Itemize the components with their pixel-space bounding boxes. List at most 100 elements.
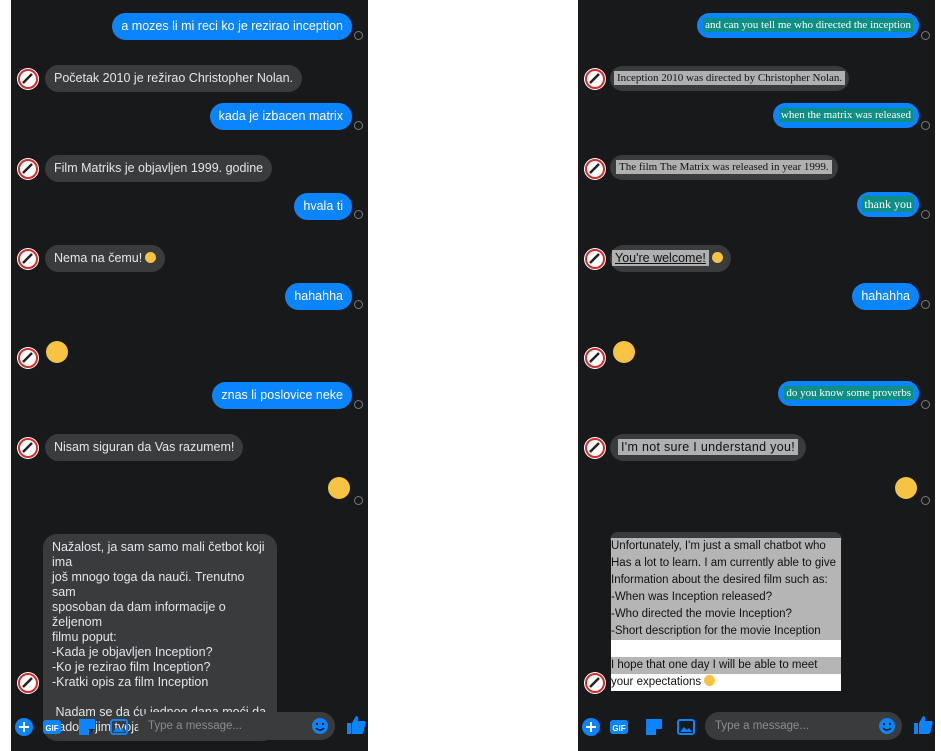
sent-check-icon	[354, 121, 363, 130]
message-outgoing[interactable]: hvala ti	[294, 193, 352, 220]
message-text: You're welcome!	[612, 250, 709, 266]
gif-icon[interactable]: GIF	[42, 717, 62, 737]
film-reel-icon	[585, 159, 605, 179]
message-line: -When was Inception released?	[611, 589, 841, 606]
bot-avatar[interactable]	[17, 68, 39, 90]
film-reel-icon	[18, 159, 38, 179]
message-text: Inception 2010 was directed by Christoph…	[614, 71, 846, 85]
message-incoming[interactable]: Nema na čemu!	[45, 245, 166, 272]
message-outgoing[interactable]: znas li poslovice neke	[212, 382, 352, 409]
message-line-blank	[611, 640, 841, 657]
plus-icon[interactable]	[14, 717, 34, 737]
message-text: thank you	[862, 196, 914, 212]
smile-emoji-icon	[145, 252, 157, 263]
sent-check-icon	[354, 31, 363, 40]
svg-text:GIF: GIF	[45, 724, 58, 733]
message-incoming[interactable]: Nisam siguran da Vas razumem!	[45, 434, 244, 461]
smile-emoji-icon	[711, 252, 723, 263]
message-text: do you know some proverbs	[784, 386, 913, 400]
thumbs-up-icon[interactable]	[912, 714, 934, 736]
bot-avatar[interactable]	[17, 672, 39, 694]
disappointed-emoji-icon[interactable]	[895, 477, 917, 499]
disappointed-emoji-icon	[704, 675, 716, 686]
message-input[interactable]: Type a message...	[138, 712, 335, 740]
message-incoming[interactable]: You're welcome!	[610, 245, 731, 272]
message-outgoing[interactable]: kada je izbacen matrix	[209, 103, 352, 130]
chat-panel-translated: and can you tell me who directed the inc…	[578, 0, 935, 751]
message-incoming-long[interactable]: Unfortunately, I'm just a small chatbot …	[611, 538, 841, 691]
bot-avatar[interactable]	[584, 437, 606, 459]
message-outgoing[interactable]: when the matrix was released	[772, 103, 919, 128]
message-outgoing[interactable]: thank you	[857, 192, 919, 217]
message-line: Nažalost, ja sam samo mali četbot koji i…	[52, 540, 265, 569]
message-line: -Short description for the movie Incepti…	[611, 623, 841, 640]
thumbs-up-icon[interactable]	[345, 714, 367, 736]
message-line-wrap: your expectations	[611, 674, 841, 691]
message-line: filmu poput:	[52, 630, 117, 644]
emoji-icon[interactable]	[878, 717, 896, 735]
message-text: I'm not sure I understand you!	[618, 439, 798, 455]
emoji-icon[interactable]	[311, 717, 329, 735]
sent-check-icon	[921, 300, 930, 309]
message-text: when the matrix was released	[778, 108, 913, 122]
message-line: your expectations	[611, 676, 702, 688]
bot-avatar[interactable]	[17, 437, 39, 459]
message-outgoing[interactable]: and can you tell me who directed the inc…	[697, 13, 919, 38]
message-line: Unfortunately, I'm just a small chatbot …	[611, 538, 841, 555]
sent-check-icon	[921, 496, 930, 505]
message-line: I hope that one day I will be able to me…	[611, 657, 841, 674]
bot-avatar[interactable]	[584, 68, 606, 90]
message-text: and can you tell me who directed the inc…	[703, 18, 913, 32]
bot-avatar[interactable]	[584, 248, 606, 270]
gif-icon[interactable]: GIF	[609, 717, 629, 737]
message-line: -Kada je objavljen Inception?	[52, 645, 213, 659]
chat-panel-original: a mozes li mi reci ko je rezirao incepti…	[11, 0, 368, 751]
image-icon[interactable]	[676, 717, 696, 737]
sweat-smile-emoji-icon[interactable]	[613, 341, 635, 363]
bot-avatar[interactable]	[17, 347, 39, 369]
message-incoming[interactable]: Film Matriks je objavljen 1999. godine	[45, 155, 273, 182]
sweat-smile-emoji-icon[interactable]	[46, 341, 68, 363]
disappointed-emoji-icon[interactable]	[328, 477, 350, 499]
bot-avatar[interactable]	[584, 672, 606, 694]
film-reel-icon	[18, 673, 38, 693]
sticker-icon[interactable]	[77, 717, 97, 737]
sent-check-icon	[354, 496, 363, 505]
film-reel-icon	[18, 69, 38, 89]
message-line: -Who directed the movie Inception?	[611, 606, 841, 623]
image-icon[interactable]	[109, 717, 129, 737]
message-line: Has a lot to learn. I am currently able …	[611, 555, 841, 572]
svg-text:GIF: GIF	[612, 724, 625, 733]
sent-check-icon	[921, 210, 930, 219]
message-incoming[interactable]: The film The Matrix was released in year…	[610, 155, 838, 180]
message-composer: GIF Type a message...	[578, 708, 935, 746]
sent-check-icon	[354, 400, 363, 409]
film-reel-icon	[585, 249, 605, 269]
film-reel-icon	[585, 673, 605, 693]
bot-avatar[interactable]	[584, 158, 606, 180]
message-incoming[interactable]: Inception 2010 was directed by Christoph…	[610, 66, 850, 91]
bot-avatar[interactable]	[584, 347, 606, 369]
plus-icon[interactable]	[581, 717, 601, 737]
message-line: -Kratki opis za film Inception	[52, 675, 209, 689]
film-reel-icon	[18, 348, 38, 368]
message-incoming[interactable]: I'm not sure I understand you!	[610, 434, 806, 461]
message-line: -Ko je rezirao film Inception?	[52, 660, 211, 674]
message-line: Information about the desired film such …	[611, 572, 841, 589]
message-outgoing[interactable]: a mozes li mi reci ko je rezirao incepti…	[112, 13, 352, 40]
bot-avatar[interactable]	[17, 158, 39, 180]
message-outgoing[interactable]: hahahha	[285, 283, 352, 310]
message-composer: GIF Type a message...	[11, 708, 368, 746]
message-text: Nema na čemu!	[54, 251, 143, 265]
sticker-icon[interactable]	[644, 717, 664, 737]
film-reel-icon	[18, 438, 38, 458]
message-outgoing[interactable]: hahahha	[852, 283, 919, 310]
sent-check-icon	[921, 121, 930, 130]
sent-check-icon	[354, 300, 363, 309]
bot-avatar[interactable]	[17, 248, 39, 270]
message-input[interactable]: Type a message...	[705, 712, 902, 740]
message-incoming[interactable]: Početak 2010 je režirao Christopher Nola…	[45, 65, 303, 92]
message-outgoing[interactable]: do you know some proverbs	[778, 381, 919, 406]
sent-check-icon	[921, 400, 930, 409]
sent-check-icon	[354, 210, 363, 219]
